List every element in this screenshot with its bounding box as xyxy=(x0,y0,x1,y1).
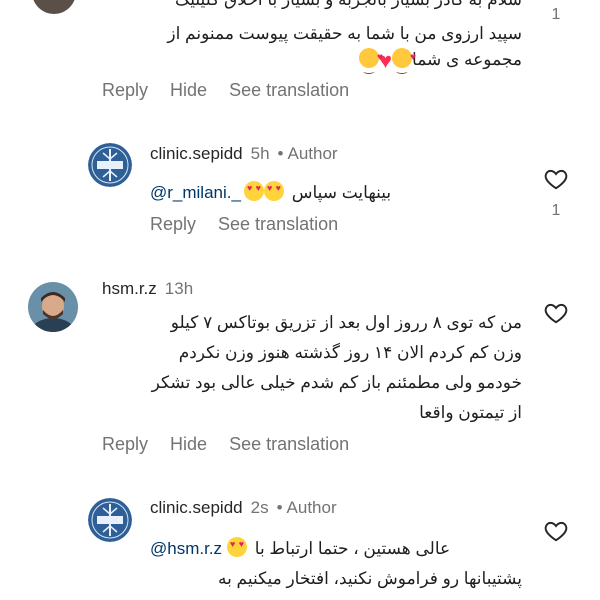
clinic-avatar[interactable] xyxy=(88,143,132,187)
like-heart-icon[interactable] xyxy=(543,300,569,331)
profile-photo-icon xyxy=(28,282,78,332)
reply-1-actions: Reply See translation xyxy=(150,214,338,235)
comment-2-line-1: من که توی ۸ رروز اول بعد از تزریق بوتاکس… xyxy=(170,313,522,332)
reply-2-header: clinic.sepidd 2s • Author xyxy=(150,498,337,518)
comment-2-actions: Reply Hide See translation xyxy=(102,434,349,455)
comment-1-line-1: سلام به کادر بسیار باتجربه و بسیار با اخ… xyxy=(175,0,522,12)
timestamp: 2s xyxy=(250,498,269,517)
reply-1-body: @r_milani._ بینهایت سپاس xyxy=(150,180,391,205)
comment-1-actions: Reply Hide See translation xyxy=(102,80,349,101)
mention-link[interactable]: @hsm.r.z xyxy=(150,539,222,558)
separator: • xyxy=(276,498,283,517)
see-translation-button[interactable]: See translation xyxy=(218,214,338,235)
username[interactable]: hsm.r.z xyxy=(102,279,157,298)
hide-button[interactable]: Hide xyxy=(170,434,207,455)
heart-eyes-emoji-icon xyxy=(227,537,248,557)
separator: • xyxy=(277,144,284,163)
like-heart-icon[interactable] xyxy=(543,166,569,197)
reply-button[interactable]: Reply xyxy=(150,214,196,235)
comment-1-line-3: مجموعه ی شما♥ xyxy=(358,45,522,80)
reply-1-header: clinic.sepidd 5h • Author xyxy=(150,144,338,164)
comment-2-line-3: خودمو ولی مطمئنم باز کم شدم خیلی عالی بو… xyxy=(151,373,522,392)
comment-1-avatar[interactable] xyxy=(32,0,76,14)
comment-2-header: hsm.r.z 13h xyxy=(102,279,193,299)
user-avatar[interactable] xyxy=(28,282,78,332)
smiling-hearts-emoji-icon xyxy=(358,45,383,80)
mention-link[interactable]: @r_milani._ xyxy=(150,183,241,202)
author-badge: Author xyxy=(287,144,338,163)
heart-eyes-emoji-icon xyxy=(243,181,264,201)
like-heart-icon[interactable] xyxy=(543,518,569,549)
see-translation-button[interactable]: See translation xyxy=(229,80,349,101)
comment-2-line-2: وزن کم کردم الان ۱۴ روز گذشته هنوز وزن ن… xyxy=(178,343,522,362)
reply-1-like-count: 1 xyxy=(551,202,561,219)
comment-1-line-3-text: مجموعه ی شما xyxy=(412,50,522,69)
reply-button[interactable]: Reply xyxy=(102,80,148,101)
author-badge: Author xyxy=(286,498,337,517)
hide-button[interactable]: Hide xyxy=(170,80,207,101)
clinic-avatar[interactable] xyxy=(88,498,132,542)
timestamp: 13h xyxy=(164,279,194,298)
reply-2-text: عالی هستین ، حتما ارتباط با xyxy=(254,539,451,558)
clinic-logo-icon xyxy=(88,143,132,187)
username[interactable]: clinic.sepidd xyxy=(150,498,243,517)
timestamp: 5h xyxy=(250,144,270,163)
reply-button[interactable]: Reply xyxy=(102,434,148,455)
clinic-logo-icon xyxy=(88,498,132,542)
comment-1-like-count: 1 xyxy=(551,6,561,23)
username[interactable]: clinic.sepidd xyxy=(150,144,243,163)
reply-1-text: بینهایت سپاس xyxy=(291,183,392,202)
comment-1-line-2: سپید ارزوی من با شما به حقیقت پیوست ممنو… xyxy=(167,24,522,43)
see-translation-button[interactable]: See translation xyxy=(229,434,349,455)
reply-2-line-1: @hsm.r.z عالی هستین ، حتما ارتباط با xyxy=(150,536,450,561)
comment-2-line-4: از تیمتون واقعا xyxy=(419,403,522,422)
smiling-hearts-emoji-icon xyxy=(392,45,416,80)
heart-eyes-emoji-icon xyxy=(263,181,284,201)
reply-2-line-2: پشتیبانها رو فراموش نکنید، افتخار میکنیم… xyxy=(217,569,522,588)
